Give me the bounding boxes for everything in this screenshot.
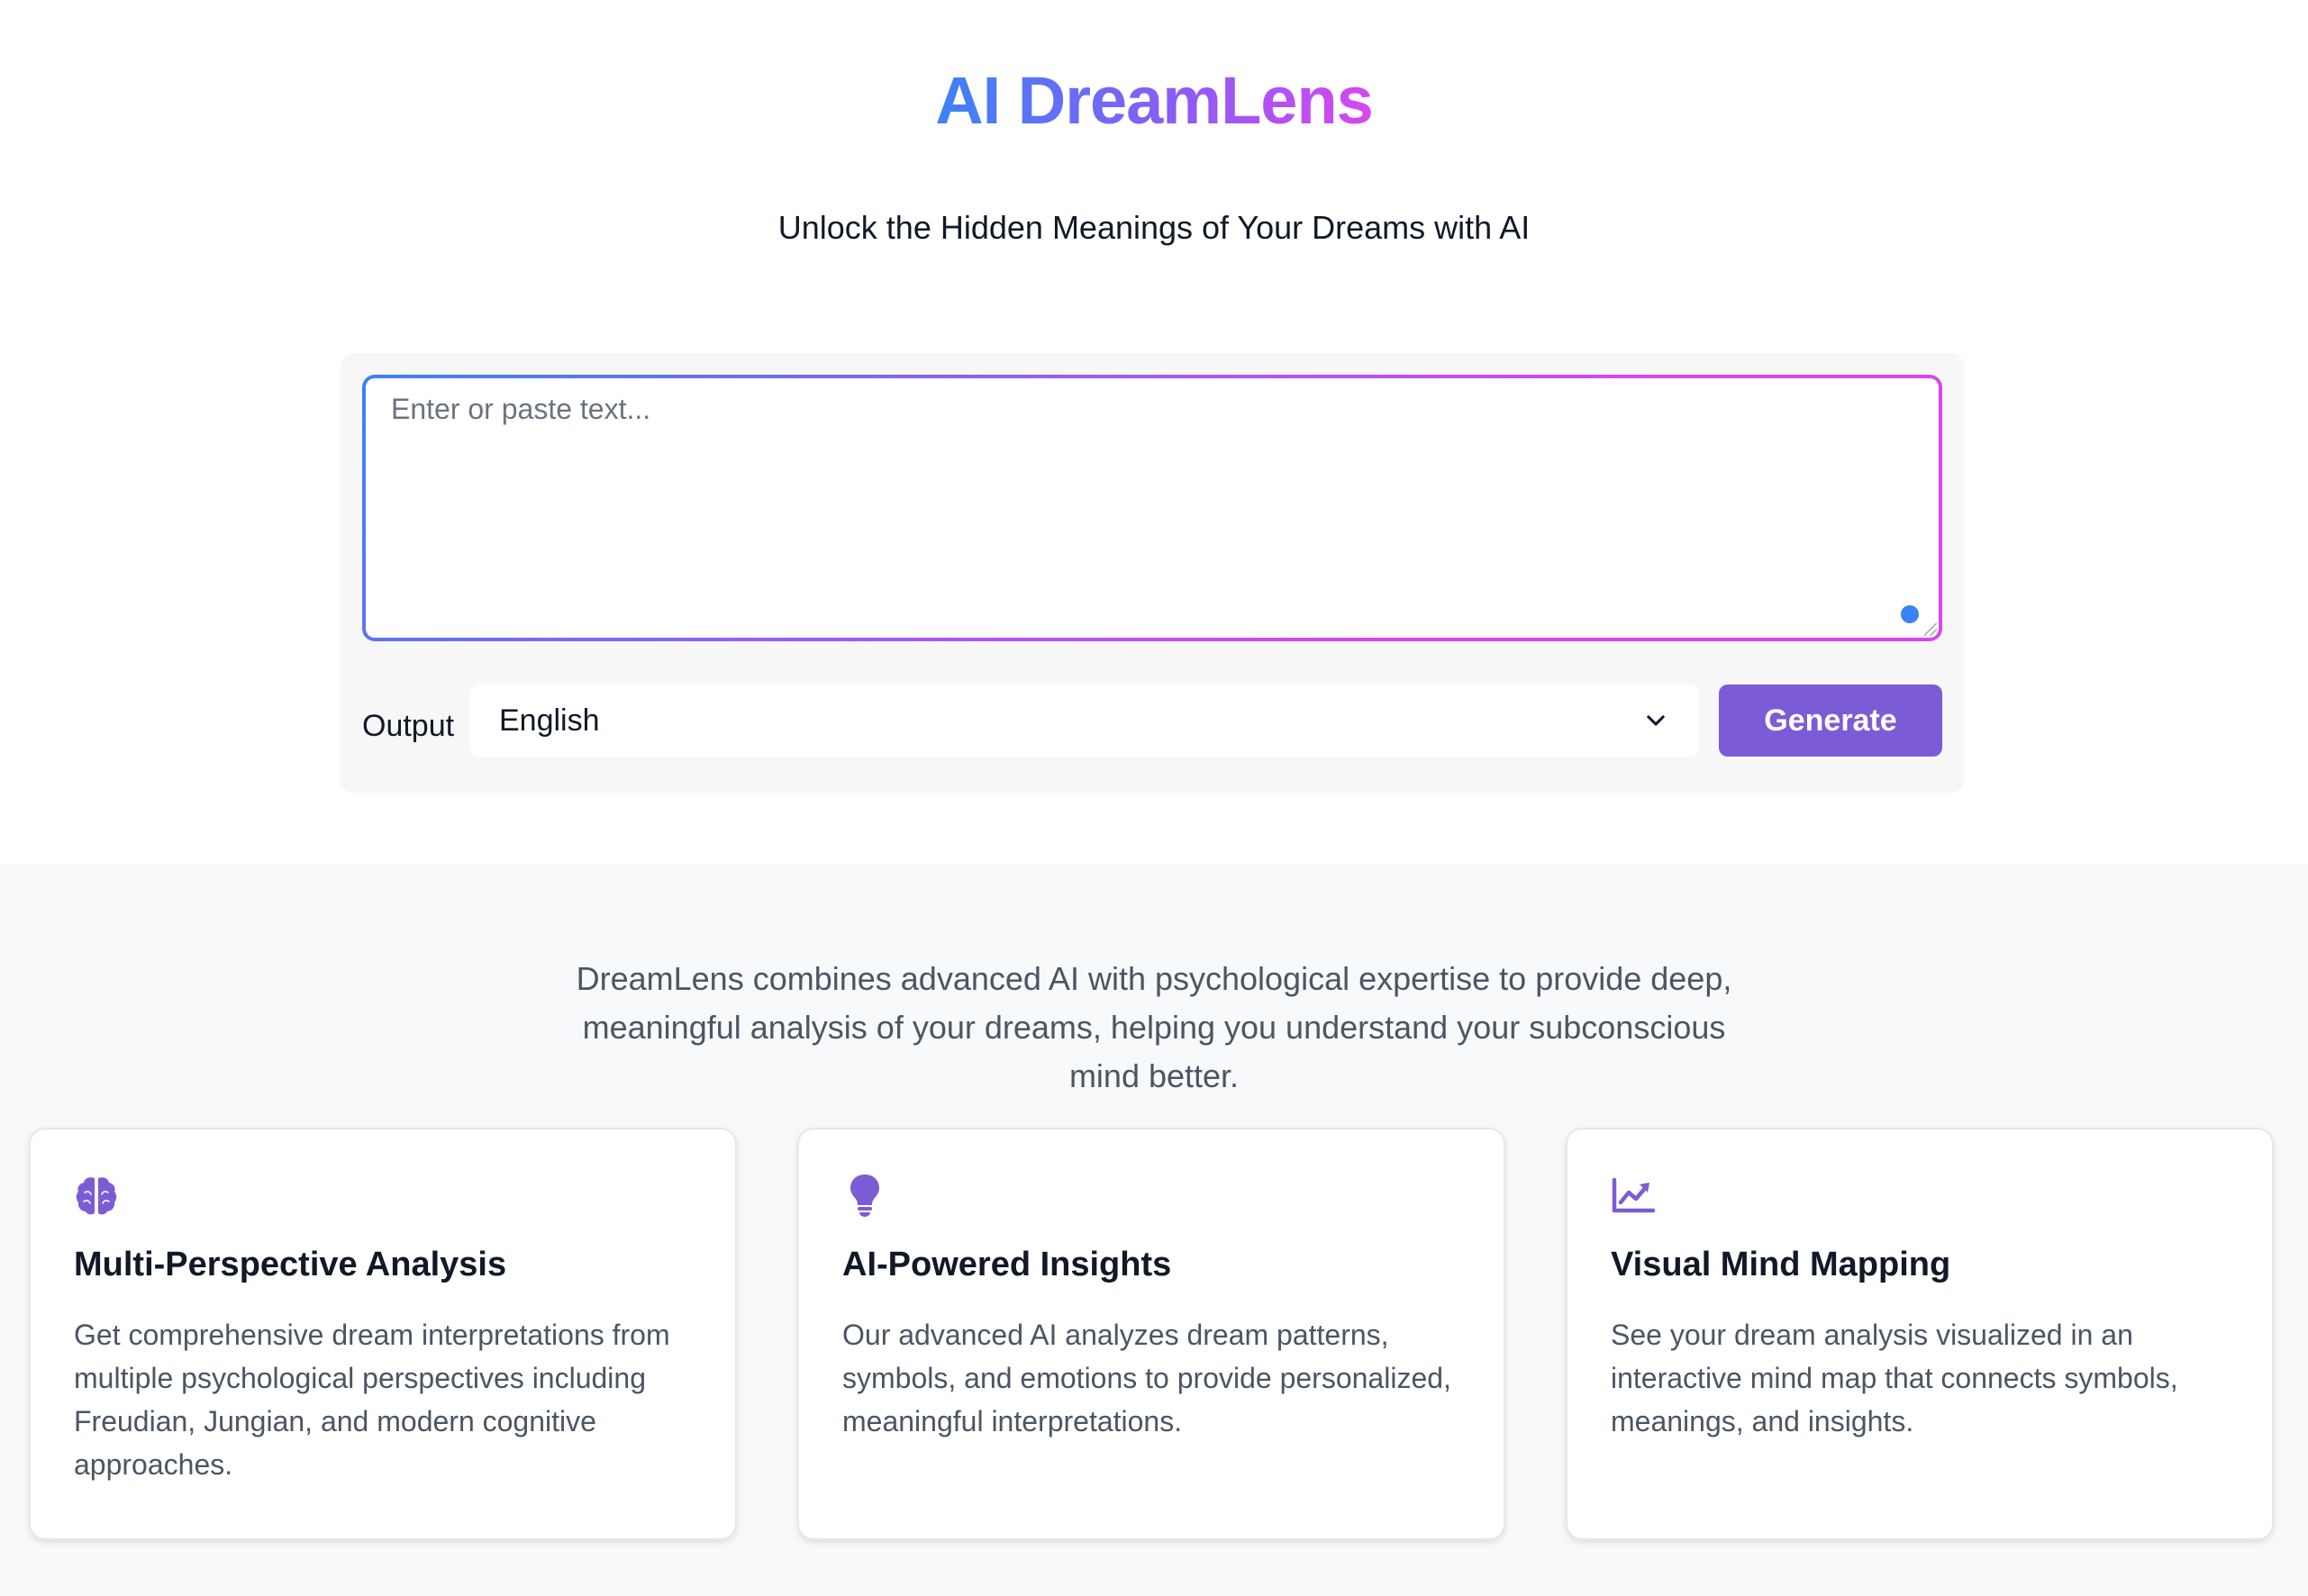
generate-button[interactable]: Generate xyxy=(1719,685,1942,757)
feature-description: Get comprehensive dream interpretations … xyxy=(74,1319,670,1481)
output-language-select[interactable]: English xyxy=(470,685,1699,757)
dream-text-input[interactable] xyxy=(366,378,1939,638)
app-title-text: AI DreamLens xyxy=(935,63,1374,138)
feature-title: Multi-Perspective Analysis xyxy=(74,1246,507,1283)
output-language-value: English xyxy=(499,703,600,738)
feature-card-ai-insights: AI-Powered Insights Our advanced AI anal… xyxy=(797,1128,1505,1540)
chart-line-icon xyxy=(1611,1173,1656,1218)
features-intro: DreamLens combines advanced AI with psyc… xyxy=(576,960,1732,1094)
dream-text-field-border xyxy=(362,375,1942,641)
feature-description: Our advanced AI analyzes dream patterns,… xyxy=(842,1319,1451,1437)
page-subtitle: Unlock the Hidden Meanings of Your Dream… xyxy=(777,209,1531,246)
features-section: DreamLens combines advanced AI with psyc… xyxy=(0,865,2308,1596)
feature-card-multi-perspective: Multi-Perspective Analysis Get comprehen… xyxy=(29,1128,737,1540)
feature-card-mind-mapping: Visual Mind Mapping See your dream analy… xyxy=(1566,1128,2274,1540)
hero-section: AI DreamLens Unlock the Hidden Meanings … xyxy=(0,0,2308,865)
feature-title: AI-Powered Insights xyxy=(842,1246,1172,1283)
input-status-dot xyxy=(1901,605,1919,623)
feature-title: Visual Mind Mapping xyxy=(1611,1246,1951,1283)
resize-handle[interactable] xyxy=(1924,623,1937,636)
lightbulb-icon xyxy=(842,1173,887,1218)
output-label: Output xyxy=(362,709,455,743)
brain-icon xyxy=(74,1173,119,1218)
feature-description: See your dream analysis visualized in an… xyxy=(1611,1319,2178,1437)
chevron-down-icon xyxy=(1647,715,1665,726)
dream-text-field-container xyxy=(366,378,1939,638)
app-title: AI DreamLens xyxy=(0,56,2308,146)
input-panel: Output English Generate xyxy=(341,353,1964,793)
